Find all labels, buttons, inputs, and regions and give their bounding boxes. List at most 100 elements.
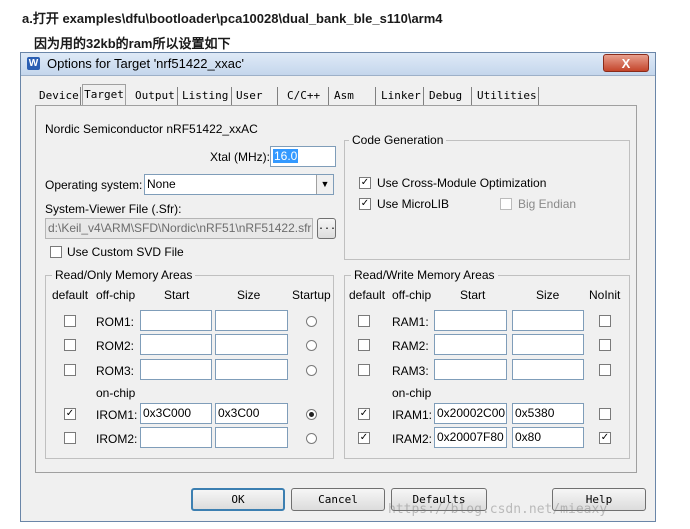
dialog-titlebar: W Options for Target 'nrf51422_xxac' X: [21, 53, 655, 76]
ram1-default-checkbox[interactable]: [358, 315, 370, 327]
ram2-size-input[interactable]: [512, 334, 584, 355]
cancel-button[interactable]: Cancel: [291, 488, 385, 511]
ram-col-start: Start: [460, 288, 486, 302]
tab-target[interactable]: Target: [82, 84, 126, 106]
ram-col-size: Size: [536, 288, 560, 302]
close-button[interactable]: X: [603, 54, 649, 72]
irom2-default-checkbox[interactable]: [64, 432, 76, 444]
rom2-default-checkbox[interactable]: [64, 339, 76, 351]
sv-label: System-Viewer File (.Sfr):: [45, 202, 182, 216]
check-icon: ✓: [359, 432, 369, 443]
iram1-default-checkbox[interactable]: ✓: [358, 408, 370, 420]
iram2-default-checkbox[interactable]: ✓: [358, 432, 370, 444]
os-value: None: [147, 177, 176, 191]
sv-browse-button[interactable]: ...: [317, 218, 336, 239]
ram1-start-input[interactable]: [434, 310, 507, 331]
rom1-label: ROM1:: [96, 315, 135, 329]
iram1-size-input[interactable]: 0x5380: [512, 403, 584, 424]
ram3-default-checkbox[interactable]: [358, 364, 370, 376]
rom3-start-input[interactable]: [140, 359, 212, 380]
ram1-noinit-checkbox[interactable]: [599, 315, 611, 327]
ram2-start-input[interactable]: [434, 334, 507, 355]
custom-svd-checkbox[interactable]: [50, 246, 62, 258]
tab-linker[interactable]: Linker: [377, 87, 424, 105]
iram2-noinit-checkbox[interactable]: ✓: [599, 432, 611, 444]
tab-user[interactable]: User: [232, 87, 278, 105]
ram-onchip-label: on-chip: [392, 386, 432, 400]
rom-col-default: default: [52, 288, 89, 302]
tab-output[interactable]: Output: [131, 87, 178, 105]
rom2-startup-radio[interactable]: [306, 340, 317, 351]
cross-module-label: Use Cross-Module Optimization: [377, 176, 547, 190]
rom2-start-input[interactable]: [140, 334, 212, 355]
cross-module-checkbox[interactable]: ✓: [359, 177, 371, 189]
watermark: https://blog.csdn.net/mieaxy: [388, 502, 608, 517]
ram-col-offchip: off-chip: [392, 288, 432, 302]
ram2-default-checkbox[interactable]: [358, 339, 370, 351]
iram2-start-input[interactable]: 0x20007F80: [434, 427, 507, 448]
article-subheading: 因为用的32kb的ram所以设置如下: [34, 36, 231, 51]
tab-debug[interactable]: Debug: [425, 87, 472, 105]
sv-file-input[interactable]: d:\Keil_v4\ARM\SFD\Nordic\nRF51\nRF51422…: [45, 218, 313, 239]
ram3-noinit-checkbox[interactable]: [599, 364, 611, 376]
microlib-checkbox[interactable]: ✓: [359, 198, 371, 210]
device-name: Nordic Semiconductor nRF51422_xxAC: [45, 122, 258, 136]
irom2-size-input[interactable]: [215, 427, 288, 448]
rom1-start-input[interactable]: [140, 310, 212, 331]
rom3-default-checkbox[interactable]: [64, 364, 76, 376]
custom-svd-label: Use Custom SVD File: [67, 245, 184, 259]
tab-utilities[interactable]: Utilities: [473, 87, 539, 105]
ram2-noinit-checkbox[interactable]: [599, 339, 611, 351]
code-generation-title: Code Generation: [349, 133, 447, 147]
irom1-startup-radio[interactable]: [306, 409, 317, 420]
rom-col-offchip: off-chip: [96, 288, 136, 302]
rom2-label: ROM2:: [96, 339, 135, 353]
options-dialog: W Options for Target 'nrf51422_xxac' X D…: [20, 52, 656, 522]
irom2-label: IROM2:: [96, 432, 138, 446]
irom1-size-input[interactable]: 0x3C00: [215, 403, 288, 424]
big-endian-label: Big Endian: [518, 197, 577, 211]
rom-title: Read/Only Memory Areas: [52, 268, 196, 282]
irom1-label: IROM1:: [96, 408, 138, 422]
rom1-startup-radio[interactable]: [306, 316, 317, 327]
tab-c-cpp[interactable]: C/C++: [283, 87, 329, 105]
irom2-start-input[interactable]: [140, 427, 212, 448]
microlib-label: Use MicroLIB: [377, 197, 450, 211]
tab-device[interactable]: Device: [35, 87, 81, 105]
dialog-title: Options for Target 'nrf51422_xxac': [47, 56, 244, 71]
irom2-startup-radio[interactable]: [306, 433, 317, 444]
big-endian-checkbox[interactable]: [500, 198, 512, 210]
rom1-default-checkbox[interactable]: [64, 315, 76, 327]
rom-col-size: Size: [237, 288, 261, 302]
rom-col-start: Start: [164, 288, 190, 302]
rom3-startup-radio[interactable]: [306, 365, 317, 376]
ram3-label: RAM3:: [392, 364, 429, 378]
os-select[interactable]: None ▼: [144, 174, 334, 195]
rom1-size-input[interactable]: [215, 310, 288, 331]
rom3-size-input[interactable]: [215, 359, 288, 380]
iram1-start-input[interactable]: 0x20002C00: [434, 403, 507, 424]
check-icon: ✓: [360, 177, 370, 188]
ram2-label: RAM2:: [392, 339, 429, 353]
ram3-size-input[interactable]: [512, 359, 584, 380]
rom-col-startup: Startup: [292, 288, 331, 302]
xtal-label: Xtal (MHz):: [210, 150, 270, 164]
iram1-noinit-checkbox[interactable]: [599, 408, 611, 420]
check-icon: ✓: [359, 408, 369, 419]
os-label: Operating system:: [45, 178, 143, 192]
rom2-size-input[interactable]: [215, 334, 288, 355]
irom1-default-checkbox[interactable]: ✓: [64, 408, 76, 420]
ram1-size-input[interactable]: [512, 310, 584, 331]
xtal-input[interactable]: 16.0: [270, 146, 336, 167]
iram2-size-input[interactable]: 0x80: [512, 427, 584, 448]
check-icon: ✓: [65, 408, 75, 419]
article-heading: a.打开 examples\dfu\bootloader\pca10028\du…: [22, 11, 443, 26]
tab-asm[interactable]: Asm: [330, 87, 376, 105]
ram-title: Read/Write Memory Areas: [351, 268, 498, 282]
ok-button[interactable]: OK: [191, 488, 285, 511]
tab-listing[interactable]: Listing: [178, 87, 232, 105]
irom1-start-input[interactable]: 0x3C000: [140, 403, 212, 424]
ram3-start-input[interactable]: [434, 359, 507, 380]
target-panel: Nordic Semiconductor nRF51422_xxAC Xtal …: [35, 105, 637, 473]
check-icon: ✓: [600, 432, 610, 443]
